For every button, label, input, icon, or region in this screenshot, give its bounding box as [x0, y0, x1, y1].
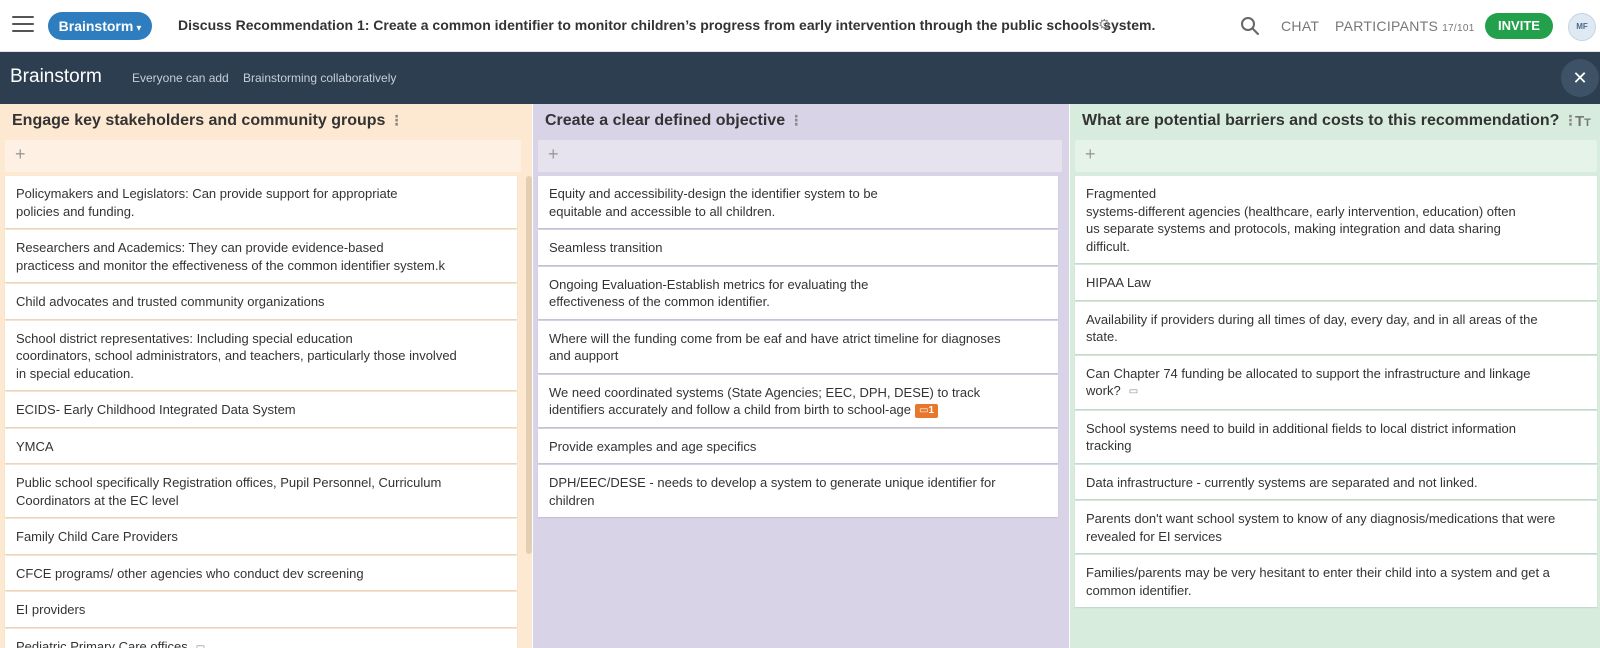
idea-card[interactable]: Pediatric Primary Care offices ▭ — [5, 628, 517, 648]
top-bar: Brainstorm ▾ Discuss Recommendation 1: Cr… — [0, 0, 1600, 52]
plus-icon: + — [548, 144, 559, 164]
card-list: Policymakers and Legislators: Can provid… — [5, 176, 517, 648]
idea-card[interactable]: Parents don't want school system to know… — [1075, 501, 1597, 553]
column-title: Create a clear defined objective ⋮ — [545, 112, 803, 130]
search-icon[interactable] — [1240, 16, 1260, 36]
card-text: Availability if providers during all tim… — [1086, 311, 1538, 345]
card-text: EI providers — [16, 602, 86, 617]
idea-card[interactable]: ECIDS- Early Childhood Integrated Data S… — [5, 392, 517, 427]
menu-icon[interactable] — [12, 16, 34, 34]
idea-card[interactable]: Ongoing Evaluation-Establish metrics for… — [538, 266, 1058, 319]
comment-count-badge[interactable]: ▭1 — [915, 404, 939, 418]
card-text: ECIDS- Early Childhood Integrated Data S… — [16, 402, 296, 417]
idea-card[interactable]: Equity and accessibility-design the iden… — [538, 176, 1058, 228]
column-objective: Create a clear defined objective ⋮ + Equi… — [533, 104, 1069, 648]
gear-icon[interactable]: ⚙ — [1098, 16, 1111, 33]
card-text: Provide examples and age specifics — [549, 438, 757, 454]
more-options-icon[interactable]: ⋮ — [789, 112, 803, 128]
card-text: School systems need to build in addition… — [1086, 420, 1516, 454]
participants-label: PARTICIPANTS — [1335, 18, 1439, 34]
idea-card[interactable]: EI providers — [5, 592, 517, 627]
plus-icon: + — [15, 144, 26, 164]
card-text: Data infrastructure - currently systems … — [1086, 474, 1478, 490]
column-barriers: What are potential barriers and costs to… — [1070, 104, 1600, 648]
idea-card[interactable]: Policymakers and Legislators: Can provid… — [5, 176, 517, 228]
avatar[interactable]: MF — [1568, 13, 1596, 41]
idea-card[interactable]: Provide examples and age specifics — [538, 428, 1058, 463]
card-text: HIPAA Law — [1086, 275, 1151, 290]
card-text: DPH/EEC/DESE - needs to develop a system… — [549, 475, 996, 508]
idea-card[interactable]: Data infrastructure - currently systems … — [1075, 464, 1597, 499]
activity-title: Brainstorm — [10, 66, 102, 87]
card-text: Child advocates and trusted community or… — [16, 294, 325, 309]
card-text: CFCE programs/ other agencies who conduc… — [16, 565, 364, 581]
idea-card[interactable]: Availability if providers during all tim… — [1075, 301, 1597, 354]
card-text: Public school specifically Registration … — [16, 475, 442, 508]
idea-card[interactable]: DPH/EEC/DESE - needs to develop a system… — [538, 465, 1058, 517]
card-text: Policymakers and Legislators: Can provid… — [16, 186, 398, 219]
activity-permission-tag: Everyone can add — [132, 71, 229, 85]
card-text: Seamless transition — [549, 240, 663, 255]
card-text: Researchers and Academics: They can prov… — [16, 240, 445, 273]
chat-link[interactable]: CHAT — [1281, 18, 1319, 34]
card-text: Fragmented systems-different agencies (h… — [1086, 186, 1516, 254]
card-text: Equity and accessibility-design the iden… — [549, 186, 878, 219]
mode-label: Brainstorm — [58, 18, 134, 34]
close-button[interactable]: ✕ — [1561, 59, 1599, 97]
idea-card[interactable]: School systems need to build in addition… — [1075, 410, 1597, 463]
activity-header: Brainstorm Everyone can add Brainstormin… — [0, 52, 1600, 104]
column-title-text: Create a clear defined objective — [545, 112, 786, 129]
idea-card[interactable]: CFCE programs/ other agencies who conduc… — [5, 555, 517, 590]
idea-card[interactable]: HIPAA Law — [1075, 265, 1597, 300]
idea-card[interactable]: Seamless transition — [538, 230, 1058, 265]
invite-button[interactable]: INVITE — [1485, 13, 1553, 39]
card-list: Equity and accessibility-design the iden… — [538, 176, 1058, 519]
idea-card[interactable]: Child advocates and trusted community or… — [5, 284, 517, 319]
card-list: Fragmented systems-different agencies (h… — [1075, 176, 1597, 609]
card-text: YMCA — [16, 438, 54, 454]
idea-card[interactable]: Public school specifically Registration … — [5, 465, 517, 517]
column-title-text: Engage key stakeholders and community gr… — [12, 112, 386, 129]
comment-icon[interactable]: ▭ — [196, 639, 205, 648]
card-text: Parents don't want school system to know… — [1086, 511, 1556, 544]
chevron-down-icon: ▾ — [136, 23, 142, 34]
card-text: Where will the funding come from be eaf … — [549, 330, 1001, 364]
more-options-icon[interactable]: ⋮ — [389, 112, 403, 128]
idea-card[interactable]: Can Chapter 74 funding be allocated to s… — [1075, 355, 1597, 409]
column-stakeholders: Engage key stakeholders and community gr… — [0, 104, 532, 648]
add-card-button[interactable]: + — [1075, 140, 1597, 172]
participants-link[interactable]: PARTICIPANTS 17/101 — [1335, 18, 1475, 34]
idea-card[interactable]: YMCA — [5, 428, 517, 463]
column-title-text: What are potential barriers and costs to… — [1082, 112, 1560, 129]
column-title: Engage key stakeholders and community gr… — [12, 112, 403, 130]
mode-dropdown-button[interactable]: Brainstorm ▾ — [48, 12, 152, 40]
idea-card[interactable]: Fragmented systems-different agencies (h… — [1075, 176, 1597, 263]
idea-card[interactable]: School district representatives: Includi… — [5, 320, 517, 390]
participants-count: 17/101 — [1442, 23, 1475, 34]
idea-card[interactable]: We need coordinated systems (State Agenc… — [538, 374, 1058, 427]
card-text: Pediatric Primary Care offices — [16, 638, 188, 648]
card-text: Families/parents may be very hesitant to… — [1086, 565, 1550, 598]
card-text: Can Chapter 74 funding be allocated to s… — [1086, 365, 1531, 399]
text-size-icon[interactable]: TT — [1575, 113, 1591, 130]
column-scrollbar[interactable] — [526, 176, 532, 554]
card-text: Family Child Care Providers — [16, 529, 178, 544]
add-card-button[interactable]: + — [5, 140, 521, 172]
comment-icon[interactable]: ▭ — [1129, 383, 1138, 401]
comment-count: 1 — [928, 405, 935, 416]
plus-icon: + — [1085, 144, 1096, 164]
column-title: What are potential barriers and costs to… — [1082, 112, 1577, 130]
add-card-button[interactable]: + — [538, 140, 1062, 172]
activity-mode-tag: Brainstorming collaboratively — [243, 71, 397, 85]
idea-card[interactable]: Where will the funding come from be eaf … — [538, 320, 1058, 373]
idea-card[interactable]: Families/parents may be very hesitant to… — [1075, 555, 1597, 607]
idea-card[interactable]: Researchers and Academics: They can prov… — [5, 230, 517, 282]
topic-title: Discuss Recommendation 1: Create a commo… — [178, 17, 1156, 33]
card-text: School district representatives: Includi… — [16, 330, 457, 381]
card-text: Ongoing Evaluation-Establish metrics for… — [549, 276, 869, 310]
idea-card[interactable]: Family Child Care Providers — [5, 519, 517, 554]
